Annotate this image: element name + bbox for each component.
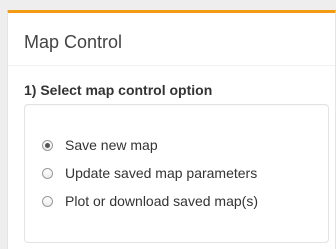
radio-option-update-saved-map[interactable]: Update saved map parameters bbox=[42, 163, 257, 183]
radio-unchecked-icon[interactable] bbox=[42, 195, 53, 207]
map-control-option-label: 1) Select map control option bbox=[24, 82, 213, 98]
radio-option-save-new-map[interactable]: Save new map bbox=[42, 135, 158, 155]
radio-label-save-new-map: Save new map bbox=[65, 137, 158, 153]
map-control-panel: Map Control 1) Select map control option… bbox=[7, 10, 336, 249]
panel-divider bbox=[8, 65, 335, 66]
radio-label-update-saved-map: Update saved map parameters bbox=[65, 165, 258, 181]
radio-option-plot-download[interactable]: Plot or download saved map(s) bbox=[42, 191, 258, 211]
panel-title: Map Control bbox=[24, 32, 123, 52]
radio-unchecked-icon[interactable] bbox=[42, 167, 53, 179]
radio-label-plot-download: Plot or download saved map(s) bbox=[65, 193, 258, 209]
map-control-option-group: Save new map Update saved map parameters… bbox=[24, 104, 329, 243]
radio-checked-icon[interactable] bbox=[42, 139, 53, 151]
